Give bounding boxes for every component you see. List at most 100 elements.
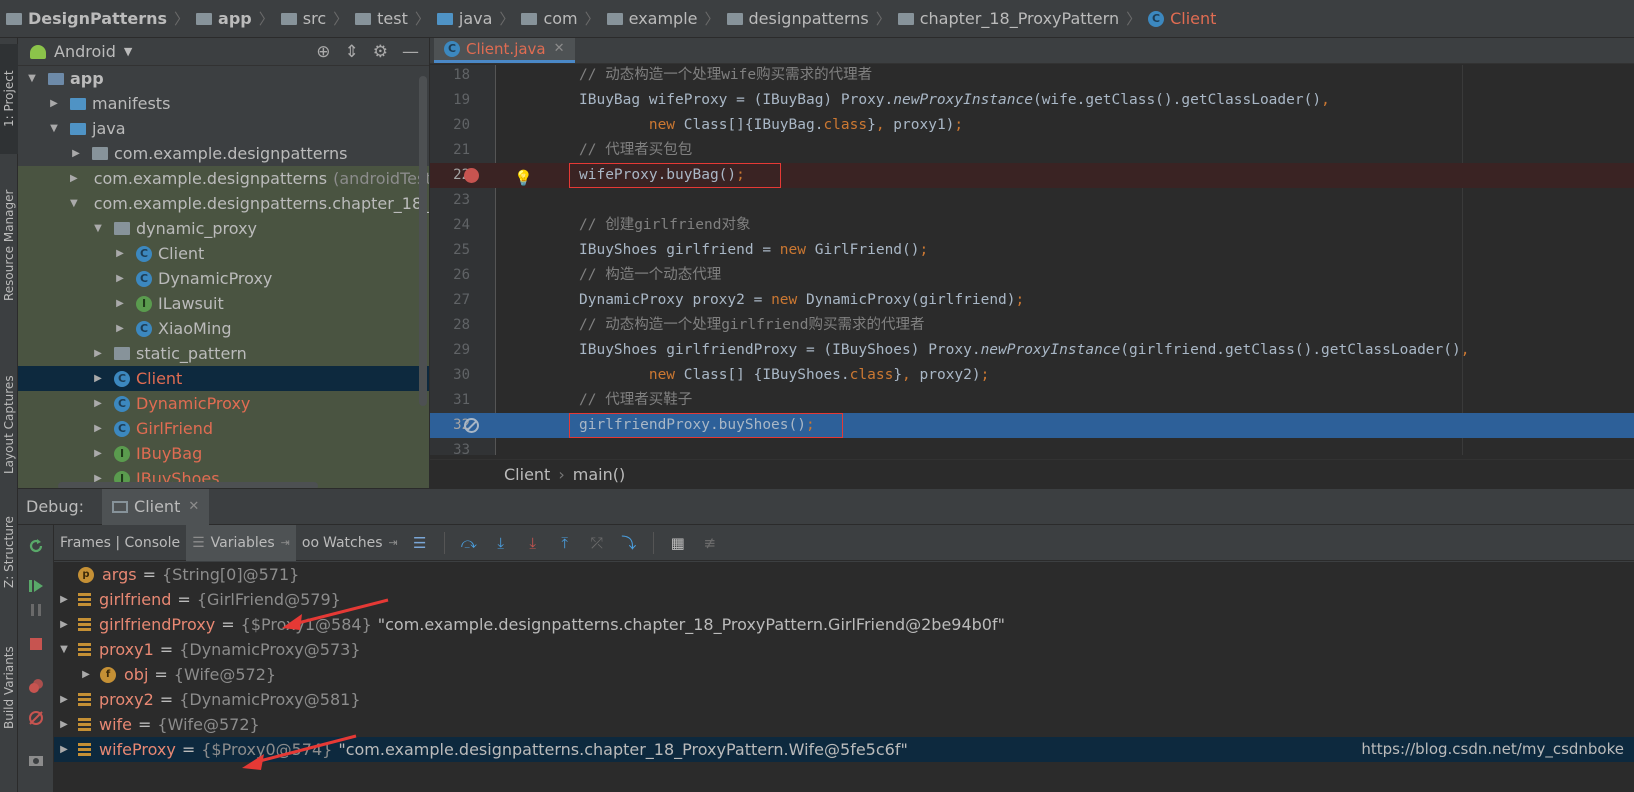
tab-debug-client[interactable]: Client ✕ bbox=[102, 488, 210, 525]
line-number[interactable]: 24 bbox=[430, 213, 470, 238]
variable-row[interactable]: ▶ proxy2 = {DynamicProxy@581} bbox=[54, 687, 1634, 712]
collapsed-arrow-icon[interactable]: ▶ bbox=[114, 248, 126, 259]
tree-item[interactable]: ▶ I IBuyBag bbox=[18, 441, 429, 466]
collapsed-arrow-icon[interactable]: ▶ bbox=[58, 619, 70, 630]
pause-icon[interactable] bbox=[27, 601, 45, 619]
breadcrumb-item[interactable]: example bbox=[606, 9, 698, 28]
layout-captures-tool-tab[interactable]: Layout Captures bbox=[0, 360, 18, 490]
build-variants-tool-tab[interactable]: Build Variants bbox=[0, 628, 18, 748]
rerun-icon[interactable] bbox=[27, 537, 45, 555]
collapsed-arrow-icon[interactable]: ▶ bbox=[48, 98, 60, 109]
line-number[interactable]: 21 bbox=[430, 138, 470, 163]
collapsed-arrow-icon[interactable]: ▶ bbox=[92, 373, 104, 384]
expanded-arrow-icon[interactable]: ▼ bbox=[48, 123, 60, 134]
collapsed-arrow-icon[interactable]: ▶ bbox=[70, 148, 82, 159]
code-line[interactable]: 29 IBuyShoes girlfriendProxy = (IBuyShoes… bbox=[430, 338, 1634, 363]
tree-item[interactable]: ▶ C DynamicProxy bbox=[18, 391, 429, 416]
step-over-icon[interactable]: ⤓ bbox=[492, 534, 510, 552]
tree-item[interactable]: ▶ manifests bbox=[18, 91, 429, 116]
collapsed-arrow-icon[interactable]: ▶ bbox=[92, 448, 104, 459]
tree-item[interactable]: ▶ C Client bbox=[18, 241, 429, 266]
camera-icon[interactable] bbox=[27, 751, 45, 769]
code-line[interactable]: 18 // 动态构造一个处理wife购买需求的代理者 bbox=[430, 63, 1634, 88]
tree-item[interactable]: ▶ static_pattern bbox=[18, 341, 429, 366]
collapsed-arrow-icon[interactable]: ▶ bbox=[114, 323, 126, 334]
locate-icon[interactable]: ⊕ bbox=[316, 42, 330, 62]
project-view-selector[interactable]: Android bbox=[54, 42, 116, 61]
evaluate-expression-icon[interactable]: ▦ bbox=[669, 534, 687, 552]
line-number[interactable]: 25 bbox=[430, 238, 470, 263]
line-number[interactable]: 26 bbox=[430, 263, 470, 288]
breadcrumb-item[interactable]: app bbox=[196, 9, 252, 28]
close-icon[interactable]: ✕ bbox=[554, 41, 565, 56]
collapsed-arrow-icon[interactable]: ▶ bbox=[114, 298, 126, 309]
breadcrumb-item[interactable]: chapter_18_ProxyPattern bbox=[897, 9, 1119, 28]
tree-item[interactable]: ▶ I ILawsuit bbox=[18, 291, 429, 316]
line-number[interactable]: 29 bbox=[430, 338, 470, 363]
layout-menu-icon[interactable]: ☰ bbox=[411, 534, 429, 552]
code-line[interactable]: 24 // 创建girlfriend对象 bbox=[430, 213, 1634, 238]
code-line[interactable]: 26 // 构造一个动态代理 bbox=[430, 263, 1634, 288]
variable-row[interactable]: ▶ f obj = {Wife@572} bbox=[54, 662, 1634, 687]
tree-item[interactable]: ▼ dynamic_proxy bbox=[18, 216, 429, 241]
code-line[interactable]: 28 // 动态构造一个处理girlfriend购买需求的代理者 bbox=[430, 313, 1634, 338]
line-number[interactable]: 27 bbox=[430, 288, 470, 313]
pin-icon[interactable]: ⇥ bbox=[389, 536, 398, 549]
collapsed-arrow-icon[interactable]: ▶ bbox=[80, 669, 92, 680]
gear-icon[interactable]: ⚙ bbox=[373, 42, 388, 62]
line-number[interactable]: 23 bbox=[430, 188, 470, 213]
close-icon[interactable]: ✕ bbox=[188, 499, 199, 514]
collapsed-arrow-icon[interactable]: ▶ bbox=[58, 719, 70, 730]
collapsed-arrow-icon[interactable]: ▶ bbox=[58, 694, 70, 705]
code-line[interactable]: 27 DynamicProxy proxy2 = new DynamicProxy… bbox=[430, 288, 1634, 313]
variable-row[interactable]: ▼ proxy1 = {DynamicProxy@573} bbox=[54, 637, 1634, 662]
trace-icon[interactable]: ≢ bbox=[701, 534, 719, 552]
code-line[interactable]: 30 new Class[] {IBuyShoes.class}, proxy2… bbox=[430, 363, 1634, 388]
tree-item[interactable]: ▶ com.example.designpatterns bbox=[18, 141, 429, 166]
expanded-arrow-icon[interactable]: ▼ bbox=[70, 198, 78, 209]
collapsed-arrow-icon[interactable]: ▶ bbox=[92, 423, 104, 434]
mute-breakpoints-icon[interactable] bbox=[27, 709, 45, 727]
code-line[interactable]: 20 new Class[]{IBuyBag.class}, proxy1); bbox=[430, 113, 1634, 138]
tree-item[interactable]: ▼ java bbox=[18, 116, 429, 141]
tab-variables[interactable]: ☰ Variables ⇥ bbox=[186, 524, 296, 561]
force-step-into-icon[interactable]: ⤒ bbox=[556, 534, 574, 552]
collapsed-arrow-icon[interactable]: ▶ bbox=[114, 273, 126, 284]
collapsed-arrow-icon[interactable]: ▶ bbox=[92, 348, 104, 359]
breadcrumb-item[interactable]: src bbox=[280, 9, 326, 28]
line-number[interactable]: 19 bbox=[430, 88, 470, 113]
line-number[interactable]: 20 bbox=[430, 113, 470, 138]
breakpoint-icon[interactable] bbox=[464, 168, 479, 183]
step-into-icon[interactable]: ⤓ bbox=[524, 534, 542, 552]
code-line[interactable]: 31 // 代理者买鞋子 bbox=[430, 388, 1634, 413]
tab-watches[interactable]: oo Watches ⇥ bbox=[296, 525, 404, 561]
view-breakpoints-icon[interactable] bbox=[27, 677, 45, 695]
run-to-cursor-icon[interactable]: ⤵ bbox=[620, 534, 638, 552]
tab-client-java[interactable]: C Client.java ✕ bbox=[434, 38, 575, 63]
stop-icon[interactable] bbox=[27, 635, 45, 653]
breadcrumb-item[interactable]: java bbox=[436, 9, 492, 28]
code-line[interactable]: 19 IBuyBag wifeProxy = (IBuyBag) Proxy.ne… bbox=[430, 88, 1634, 113]
code-line[interactable]: 23 bbox=[430, 188, 1634, 213]
code-line[interactable]: 25 IBuyShoes girlfriend = new GirlFriend(… bbox=[430, 238, 1634, 263]
variable-row[interactable]: p args = {String[0]@571} bbox=[54, 562, 1634, 587]
chevron-down-icon[interactable]: ▼ bbox=[124, 45, 132, 58]
collapsed-arrow-icon[interactable]: ▶ bbox=[92, 398, 104, 409]
tree-item[interactable]: ▶ C XiaoMing bbox=[18, 316, 429, 341]
collapsed-arrow-icon[interactable]: ▶ bbox=[58, 744, 70, 755]
line-number[interactable]: 18 bbox=[430, 63, 470, 88]
collapsed-arrow-icon[interactable]: ▶ bbox=[58, 594, 70, 605]
collapse-all-icon[interactable]: ⇕ bbox=[345, 42, 359, 62]
pin-icon[interactable]: ⇥ bbox=[281, 536, 290, 549]
structure-tool-tab[interactable]: Z: Structure bbox=[0, 502, 18, 602]
project-tool-tab[interactable]: 1: Project bbox=[0, 44, 18, 154]
expanded-arrow-icon[interactable]: ▼ bbox=[92, 223, 104, 234]
tree-item[interactable]: ▼ app bbox=[18, 66, 429, 91]
tree-item[interactable]: ▶ com.example.designpatterns (androidTest) bbox=[18, 166, 429, 191]
breadcrumb-item[interactable]: test bbox=[355, 9, 408, 28]
resource-manager-tool-tab[interactable]: Resource Manager bbox=[0, 160, 18, 330]
tab-frames-console[interactable]: Frames | Console bbox=[54, 525, 186, 561]
drop-frame-icon[interactable]: ⤱ bbox=[588, 534, 606, 552]
minimize-icon[interactable]: — bbox=[402, 42, 419, 62]
line-number[interactable]: 30 bbox=[430, 363, 470, 388]
